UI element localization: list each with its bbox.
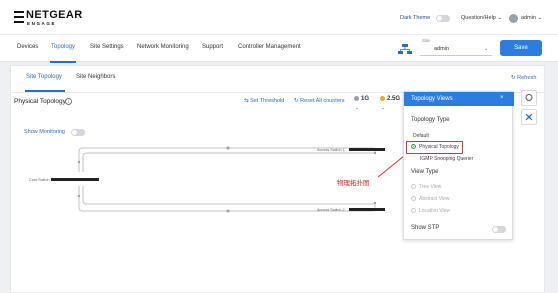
view-type-heading: View Type (411, 169, 439, 175)
option-igmp-snooping[interactable]: IGMP Snooping Querier (420, 156, 473, 162)
option-tree-view-label: Tree View (419, 184, 442, 190)
show-stp-label: Show STP (411, 225, 440, 231)
option-abstract-view-label: Abstract View (419, 196, 450, 202)
radio-icon (411, 184, 416, 190)
option-tree-view[interactable]: Tree View (411, 184, 441, 190)
annotation-text: 物理拓扑图 (337, 180, 370, 187)
option-abstract-view[interactable]: Abstract View (411, 196, 449, 202)
topology-type-heading: Topology Type (411, 117, 450, 123)
option-default[interactable]: Default (413, 133, 429, 139)
annotation-highlight-box (406, 141, 463, 154)
close-icon[interactable]: × (500, 95, 504, 101)
radio-icon (411, 208, 416, 214)
topology-views-popup: Topology Views × Topology Type Default P… (403, 91, 514, 240)
show-stp-toggle[interactable] (492, 226, 506, 233)
popup-header: Topology Views × (404, 92, 514, 106)
option-location-view-label: Location View (419, 208, 451, 214)
radio-icon (411, 196, 416, 202)
popup-title: Topology Views (411, 96, 453, 102)
option-location-view[interactable]: Location View (411, 208, 450, 214)
